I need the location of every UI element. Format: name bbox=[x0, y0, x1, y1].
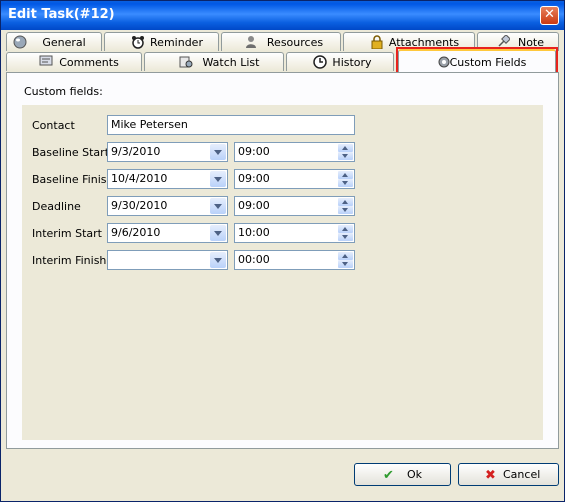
close-icon: ✕ bbox=[544, 7, 555, 22]
time-spin-buttons[interactable] bbox=[338, 171, 353, 187]
baseline-finish-label: Baseline Finish bbox=[32, 173, 114, 186]
tab-label: History bbox=[332, 56, 372, 69]
tab-label: Comments bbox=[59, 56, 119, 69]
date-value: 9/30/2010 bbox=[111, 199, 168, 212]
ok-label: Ok bbox=[407, 468, 423, 481]
chevron-down-icon[interactable] bbox=[210, 144, 226, 160]
interim-finish-label: Interim Finish bbox=[32, 254, 107, 267]
interim-start-time-spinner[interactable]: 10:00 bbox=[234, 223, 355, 243]
tab-comments[interactable]: Comments bbox=[6, 52, 142, 71]
chevron-down-icon[interactable] bbox=[210, 252, 226, 268]
tab-general[interactable]: General bbox=[6, 32, 102, 51]
chevron-down-icon[interactable] bbox=[210, 225, 226, 241]
contact-value: Mike Petersen bbox=[111, 118, 188, 131]
globe-icon bbox=[13, 35, 27, 49]
date-value: 9/6/2010 bbox=[111, 226, 161, 239]
cancel-x-icon: ✖ bbox=[485, 468, 496, 483]
time-spin-buttons[interactable] bbox=[338, 144, 353, 160]
baseline-finish-time-spinner[interactable]: 09:00 bbox=[234, 169, 355, 189]
spin-up-icon[interactable] bbox=[338, 225, 353, 233]
title-bar[interactable]: Edit Task(#12) ✕ bbox=[1, 1, 564, 30]
deadline-label: Deadline bbox=[32, 200, 81, 213]
baseline-start-time-spinner[interactable]: 09:00 bbox=[234, 142, 355, 162]
tab-label: Reminder bbox=[150, 36, 203, 49]
deadline-date-picker[interactable]: 9/30/2010 bbox=[107, 196, 228, 216]
spin-down-icon[interactable] bbox=[338, 260, 353, 268]
tab-label: Resources bbox=[266, 36, 324, 49]
chevron-down-icon[interactable] bbox=[210, 198, 226, 214]
time-value: 10:00 bbox=[238, 226, 270, 239]
spin-up-icon[interactable] bbox=[338, 252, 353, 260]
checkmark-icon: ✔ bbox=[383, 468, 394, 483]
ok-button[interactable]: ✔ Ok bbox=[354, 463, 451, 486]
chevron-down-icon[interactable] bbox=[210, 171, 226, 187]
tab-label: General bbox=[42, 36, 86, 49]
date-value: 9/3/2010 bbox=[111, 145, 161, 158]
baseline-start-label: Baseline Start bbox=[32, 146, 110, 159]
baseline-finish-date-picker[interactable]: 10/4/2010 bbox=[107, 169, 228, 189]
spin-down-icon[interactable] bbox=[338, 233, 353, 241]
section-label: Custom fields: bbox=[24, 85, 103, 98]
tab-label: Watch List bbox=[202, 56, 260, 69]
close-button[interactable]: ✕ bbox=[540, 6, 559, 25]
tab-watch-list[interactable]: Watch List bbox=[144, 52, 284, 71]
tab-history[interactable]: History bbox=[286, 52, 394, 71]
time-value: 00:00 bbox=[238, 253, 270, 266]
interim-finish-time-spinner[interactable]: 00:00 bbox=[234, 250, 355, 270]
cancel-button[interactable]: ✖ Cancel bbox=[458, 463, 559, 486]
baseline-start-date-picker[interactable]: 9/3/2010 bbox=[107, 142, 228, 162]
time-value: 09:00 bbox=[238, 145, 270, 158]
time-spin-buttons[interactable] bbox=[338, 252, 353, 268]
spin-down-icon[interactable] bbox=[338, 206, 353, 214]
contact-label: Contact bbox=[32, 119, 75, 132]
time-spin-buttons[interactable] bbox=[338, 225, 353, 241]
spin-down-icon[interactable] bbox=[338, 179, 353, 187]
time-value: 09:00 bbox=[238, 172, 270, 185]
interim-start-date-picker[interactable]: 9/6/2010 bbox=[107, 223, 228, 243]
interim-start-label: Interim Start bbox=[32, 227, 102, 240]
spin-up-icon[interactable] bbox=[338, 198, 353, 206]
edit-task-dialog: Edit Task(#12) ✕ General Reminder Resour… bbox=[0, 0, 565, 502]
time-value: 09:00 bbox=[238, 199, 270, 212]
contact-field[interactable]: Mike Petersen bbox=[107, 115, 355, 135]
time-spin-buttons[interactable] bbox=[338, 198, 353, 214]
deadline-time-spinner[interactable]: 09:00 bbox=[234, 196, 355, 216]
cancel-label: Cancel bbox=[503, 468, 541, 481]
tab-reminder[interactable]: Reminder bbox=[104, 32, 219, 51]
spin-up-icon[interactable] bbox=[338, 144, 353, 152]
window-title: Edit Task(#12) bbox=[8, 7, 115, 22]
tab-resources[interactable]: Resources bbox=[221, 32, 341, 51]
interim-finish-date-picker[interactable] bbox=[107, 250, 228, 270]
spin-down-icon[interactable] bbox=[338, 152, 353, 160]
spin-up-icon[interactable] bbox=[338, 171, 353, 179]
selected-tab-highlight bbox=[396, 47, 558, 75]
date-value: 10/4/2010 bbox=[111, 172, 168, 185]
